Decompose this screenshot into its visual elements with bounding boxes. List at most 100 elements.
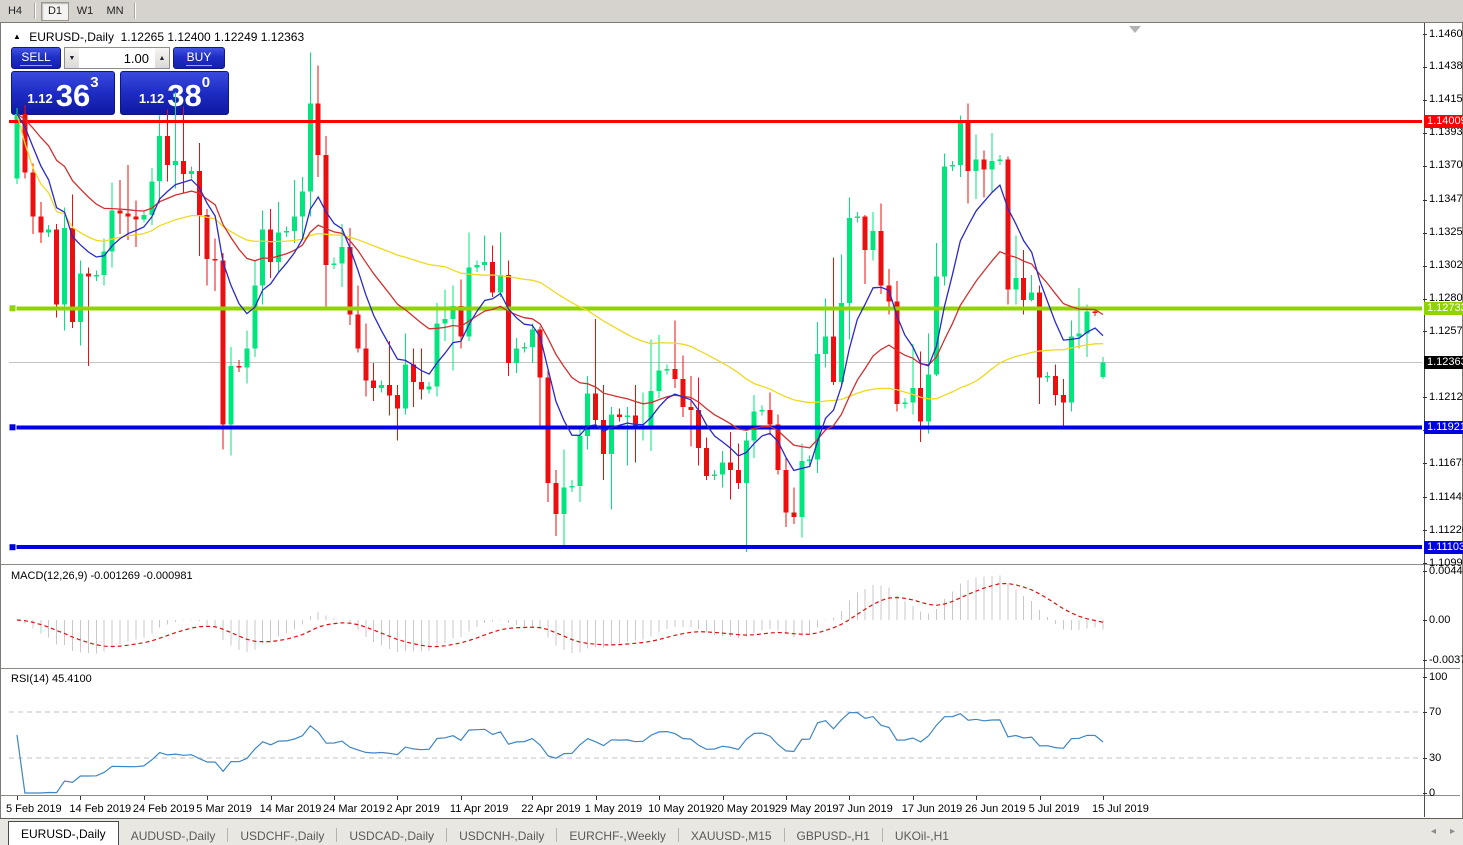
chart-tab-xauusd-m15[interactable]: XAUUSD-,M15	[679, 825, 784, 845]
chart-tab-usdcnh-daily[interactable]: USDCNH-,Daily	[447, 825, 556, 845]
price-tick	[1423, 463, 1427, 464]
price-axis-label: 1.14605	[1429, 28, 1463, 41]
rsi-line	[17, 713, 1103, 793]
chart-tab-ukoil-h1[interactable]: UKOil-,H1	[883, 825, 961, 845]
date-tick	[271, 796, 272, 800]
price-tick	[1423, 397, 1427, 398]
chart-tab-audusd-daily[interactable]: AUDUSD-,Daily	[119, 825, 228, 845]
date-tick	[786, 796, 787, 800]
candle	[546, 378, 551, 484]
collapse-panel-icon[interactable]: ▲	[13, 32, 21, 41]
chart-canvas	[1, 23, 1462, 817]
date-tick	[207, 796, 208, 800]
moving-average-line	[17, 114, 1103, 448]
candle	[554, 483, 559, 514]
timeframe-button-w1[interactable]: W1	[71, 2, 99, 21]
tab-scroll-buttons: ◂ ▸	[1431, 826, 1455, 837]
candle	[871, 231, 876, 250]
chart-tab-usdcad-daily[interactable]: USDCAD-,Daily	[337, 825, 446, 845]
candle	[918, 388, 923, 422]
candle	[887, 285, 892, 301]
candle	[300, 192, 305, 217]
candle	[324, 155, 329, 265]
candle	[831, 337, 836, 382]
scroll-to-end-icon[interactable]	[1129, 26, 1141, 33]
candle	[332, 263, 337, 265]
candle	[395, 395, 400, 408]
candle	[863, 216, 868, 250]
candle	[577, 436, 582, 486]
candle	[110, 211, 115, 252]
indicator-tick	[1423, 660, 1427, 661]
candle	[149, 181, 154, 215]
date-axis-label: 2 Apr 2019	[386, 803, 439, 815]
date-tick	[976, 796, 977, 800]
price-axis-label: 1.13705	[1429, 159, 1463, 172]
tab-scroll-right-icon[interactable]: ▸	[1450, 826, 1455, 837]
date-tick	[596, 796, 597, 800]
candle	[94, 275, 99, 277]
volume-decrease-button[interactable]: ▼	[64, 47, 79, 69]
chart-window[interactable]: ▲ EURUSD-,Daily 1.12265 1.12400 1.12249 …	[0, 22, 1463, 820]
chart-tab-eurchf-weekly[interactable]: EURCHF-,Weekly	[557, 825, 677, 845]
buy-price-button[interactable]: 1.12 38 0	[120, 71, 229, 115]
date-axis-label: 20 May 2019	[712, 803, 776, 815]
chart-tab-bar: EURUSD-,DailyAUDUSD-,DailyUSDCHF-,DailyU…	[0, 818, 1463, 845]
chart-tab-usdchf-daily[interactable]: USDCHF-,Daily	[228, 825, 336, 845]
date-tick	[1040, 796, 1041, 800]
candle	[704, 448, 709, 476]
candle	[593, 394, 598, 420]
candle	[419, 382, 424, 389]
candle	[30, 173, 35, 217]
pane-splitter-rsi[interactable]	[1, 668, 1460, 670]
volume-input[interactable]	[79, 47, 155, 69]
candle	[308, 104, 313, 192]
chart-tab-gbpusd-h1[interactable]: GBPUSD-,H1	[785, 825, 882, 845]
candle	[22, 114, 27, 173]
candle	[649, 391, 654, 426]
candle	[1085, 312, 1090, 334]
candle	[347, 247, 352, 314]
buy-price-prefix: 1.12	[139, 91, 164, 111]
indicator-tick	[1423, 793, 1427, 794]
candle	[70, 228, 75, 322]
timeframe-button-d1[interactable]: D1	[41, 2, 69, 21]
chart-tab-eurusd-daily[interactable]: EURUSD-,Daily	[8, 821, 119, 845]
candle	[672, 369, 677, 379]
candle	[427, 386, 432, 389]
candle	[609, 414, 614, 454]
date-tick	[461, 796, 462, 800]
candle	[942, 167, 947, 277]
candle	[807, 460, 812, 462]
candle	[1061, 395, 1066, 402]
date-axis-label: 22 Apr 2019	[521, 803, 580, 815]
candle	[1069, 337, 1074, 403]
date-axis-label: 15 Jul 2019	[1092, 803, 1149, 815]
date-axis-label: 11 Apr 2019	[450, 803, 509, 815]
candle	[181, 161, 186, 174]
date-tick	[17, 796, 18, 800]
price-tick	[1423, 497, 1427, 498]
pane-splitter-macd[interactable]	[1, 564, 1460, 566]
buy-button[interactable]: BUY	[173, 47, 225, 69]
timeframe-button-h4[interactable]: H4	[1, 2, 29, 21]
timeframe-button-mn[interactable]: MN	[101, 2, 129, 21]
candle	[490, 262, 495, 293]
candle	[728, 463, 733, 470]
price-tick	[1423, 563, 1427, 564]
candle	[498, 275, 503, 293]
candle	[403, 364, 408, 408]
sell-button[interactable]: SELL	[11, 47, 61, 69]
candle	[173, 161, 178, 165]
candle	[569, 486, 574, 488]
candle	[244, 348, 249, 367]
volume-increase-button[interactable]: ▲	[155, 47, 170, 69]
tab-scroll-left-icon[interactable]: ◂	[1431, 826, 1436, 837]
candle	[284, 231, 289, 233]
sell-price-button[interactable]: 1.12 36 3	[11, 71, 115, 115]
date-tick	[80, 796, 81, 800]
candle	[260, 230, 265, 286]
date-tick	[659, 796, 660, 800]
line-handle	[9, 305, 16, 312]
date-axis-label: 5 Feb 2019	[6, 803, 62, 815]
